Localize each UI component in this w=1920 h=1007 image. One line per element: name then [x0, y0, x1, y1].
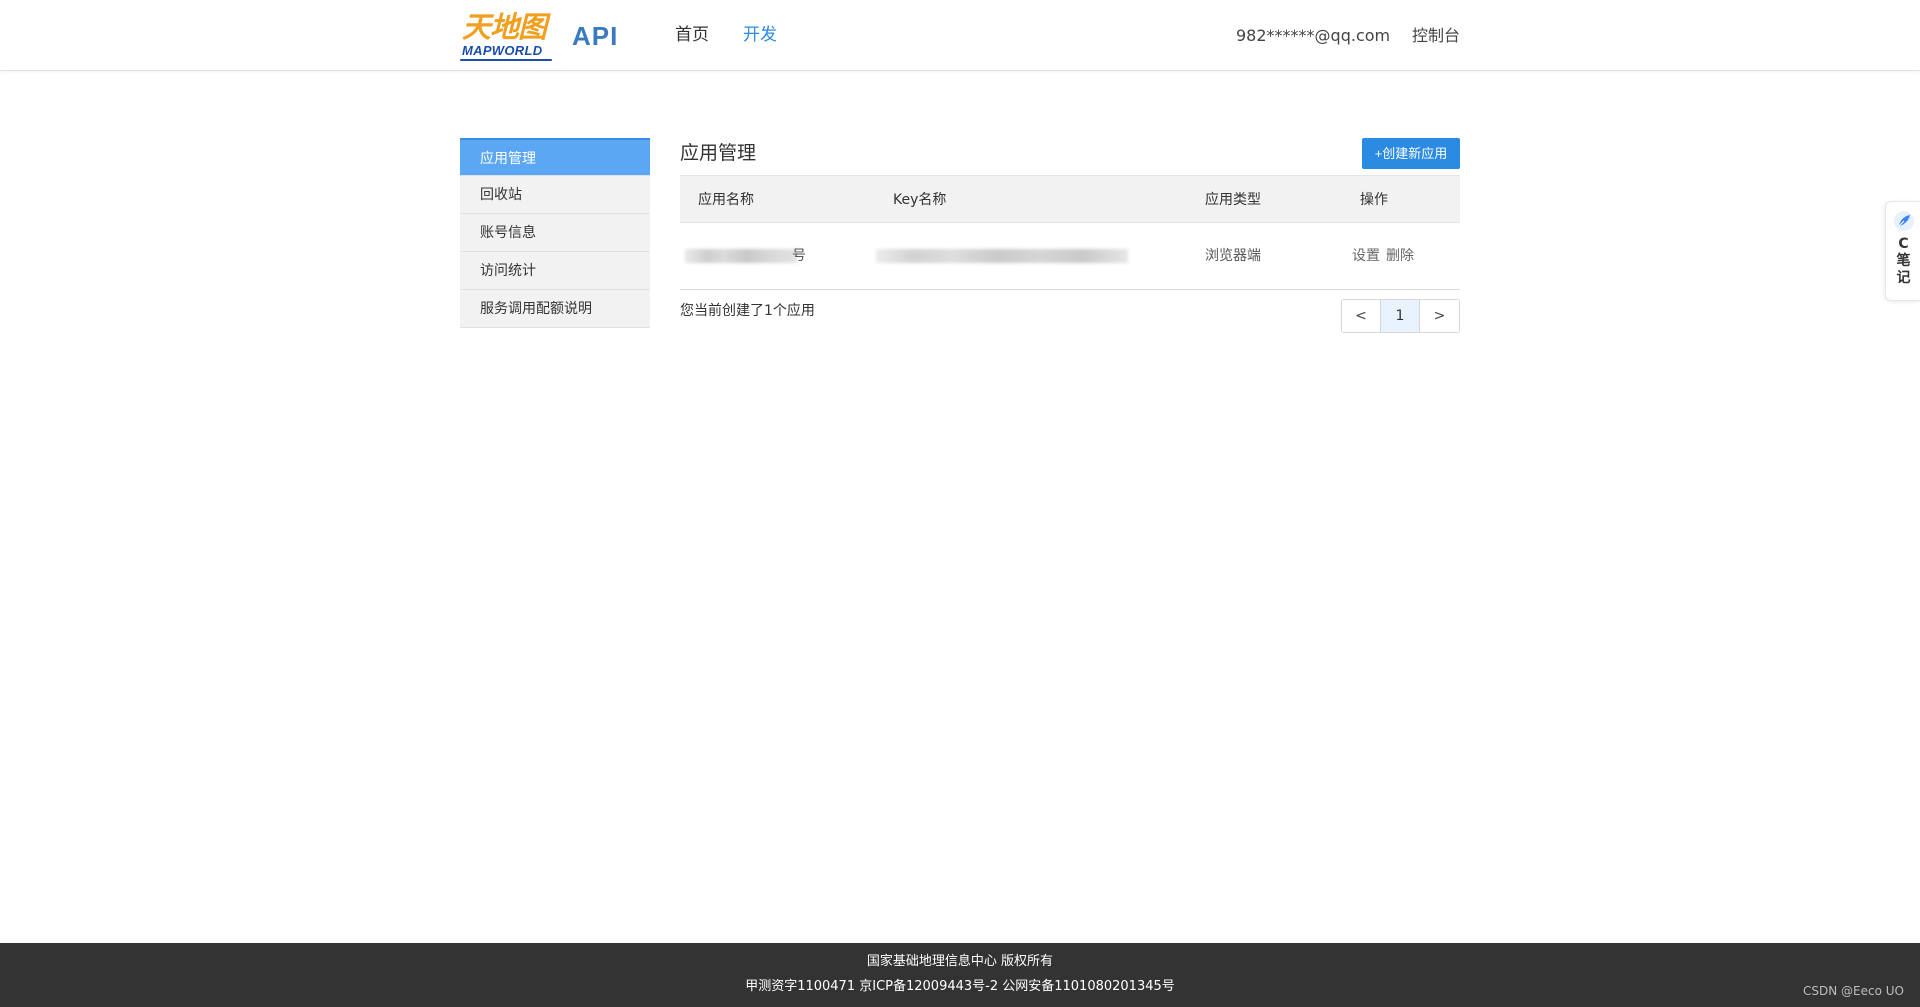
column-app-type: 应用类型: [1205, 192, 1261, 208]
nav-develop[interactable]: 开发: [743, 24, 777, 46]
user-account-email[interactable]: 982******@qq.com: [1236, 25, 1390, 47]
create-app-button[interactable]: +创建新应用: [1362, 138, 1460, 169]
column-actions: 操作: [1360, 192, 1388, 208]
nav-home[interactable]: 首页: [675, 24, 709, 46]
page-footer: 国家基础地理信息中心 版权所有 甲测资字1100471 京ICP备1200944…: [0, 943, 1920, 1007]
pagination-next[interactable]: >: [1420, 300, 1459, 332]
sidebar-item-app-management[interactable]: 应用管理: [460, 138, 650, 176]
logo-underline: [460, 59, 552, 61]
widget-text-2: 记: [1896, 270, 1911, 286]
sidebar-menu: 应用管理 回收站 账号信息 访问统计 服务调用配额说明: [460, 138, 650, 328]
delete-link[interactable]: 删除: [1386, 248, 1414, 264]
csdn-notes-widget[interactable]: C 笔 记: [1885, 201, 1920, 301]
footer-copyright: 国家基础地理信息中心 版权所有: [866, 954, 1054, 969]
page-title: 应用管理: [680, 142, 757, 164]
notes-feather-icon: [1894, 211, 1914, 231]
table-header: 应用名称 Key名称 应用类型 操作: [680, 175, 1460, 223]
logo-chinese-text: 天地图: [462, 10, 547, 44]
console-link[interactable]: 控制台: [1412, 25, 1460, 47]
header-inner: 天地图 MAPWORLD API 首页 开发 982******@qq.com …: [460, 0, 1460, 70]
mapworld-logo[interactable]: 天地图 MAPWORLD: [460, 10, 552, 62]
brand-api-label: API: [572, 21, 619, 51]
logo-english-text: MAPWORLD: [462, 43, 543, 58]
redacted-app-name: [685, 249, 797, 263]
settings-link[interactable]: 设置: [1352, 248, 1380, 264]
pagination: < 1 >: [1341, 299, 1460, 333]
column-app-name: 应用名称: [698, 192, 754, 208]
app-table: 应用名称 Key名称 应用类型 操作 号 浏览器端 设置 删除: [680, 175, 1460, 290]
pagination-page-1[interactable]: 1: [1381, 300, 1420, 332]
widget-text-1: 笔: [1896, 253, 1911, 269]
top-header: 天地图 MAPWORLD API 首页 开发 982******@qq.com …: [0, 0, 1920, 71]
widget-text-c: C: [1898, 236, 1909, 252]
sidebar-item-quota-description[interactable]: 服务调用配额说明: [460, 290, 650, 328]
redacted-key-name: [876, 249, 1128, 263]
app-type-cell: 浏览器端: [1205, 248, 1261, 264]
widget-label: C 笔 记: [1886, 236, 1920, 287]
app-count-summary: 您当前创建了1个应用: [680, 303, 815, 319]
csdn-watermark: CSDN @Eeco UO: [1803, 984, 1904, 998]
sidebar-item-account-info[interactable]: 账号信息: [460, 214, 650, 252]
sidebar-item-access-stats[interactable]: 访问统计: [460, 252, 650, 290]
footer-license-info: 甲测资字1100471 京ICP备12009443号-2 公网安备1101080…: [745, 979, 1175, 994]
column-key-name: Key名称: [893, 192, 947, 208]
sidebar-item-recycle-bin[interactable]: 回收站: [460, 176, 650, 214]
table-row: 号 浏览器端 设置 删除: [680, 223, 1460, 290]
actions-cell: 设置 删除: [1352, 223, 1414, 290]
pagination-prev[interactable]: <: [1342, 300, 1381, 332]
app-name-tail: 号: [792, 248, 806, 264]
